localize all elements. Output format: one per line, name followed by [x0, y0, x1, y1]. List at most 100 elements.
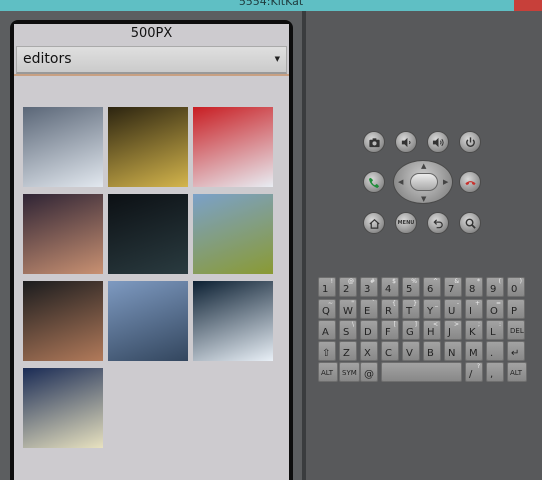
key-label: L: [490, 327, 496, 338]
power-icon[interactable]: [459, 131, 481, 153]
key-4-2[interactable]: @: [360, 362, 378, 382]
photo-tree-tunnel[interactable]: [108, 107, 188, 187]
key-3-7[interactable]: M: [465, 341, 483, 361]
key-0-6[interactable]: 7 &: [444, 277, 462, 297]
menu-button[interactable]: MENU: [395, 212, 417, 234]
app-title: 500PX: [130, 26, 173, 41]
key-1-8[interactable]: O =: [486, 299, 504, 319]
window-title: 5554:KitKat: [238, 0, 304, 8]
home-icon[interactable]: [363, 212, 385, 234]
photo-symmetry-art[interactable]: [23, 368, 103, 448]
key-label: B: [427, 348, 434, 359]
key-label: 7: [448, 284, 455, 295]
search-icon[interactable]: [459, 212, 481, 234]
dpad[interactable]: ▲ ▼ ◀ ▶: [393, 160, 453, 204]
key-4-3[interactable]: [381, 362, 462, 382]
key-4-6[interactable]: ALT: [507, 362, 527, 382]
key-alt-label: ): [519, 278, 522, 285]
key-label: 2: [343, 284, 350, 295]
call-icon[interactable]: [363, 171, 385, 193]
key-label: .: [490, 348, 494, 359]
photo-snowy-forest[interactable]: [23, 107, 103, 187]
volume-up-icon[interactable]: [427, 131, 449, 153]
photo-lake-island[interactable]: [108, 281, 188, 361]
key-label: ,: [490, 369, 494, 380]
key-3-9[interactable]: ↵: [507, 341, 525, 361]
photo-blurred-dusk[interactable]: [23, 194, 103, 274]
dpad-left-icon[interactable]: ◀: [398, 179, 403, 186]
key-2-6[interactable]: J >: [444, 320, 462, 340]
key-3-2[interactable]: X: [360, 341, 378, 361]
key-3-1[interactable]: Z: [339, 341, 357, 361]
key-4-0[interactable]: ALT: [318, 362, 338, 382]
key-label: 9: [490, 284, 497, 295]
key-2-4[interactable]: G]: [402, 320, 420, 340]
key-3-6[interactable]: N: [444, 341, 462, 361]
window-close-button[interactable]: [514, 0, 542, 11]
key-alt-label: @: [348, 278, 354, 285]
key-1-3[interactable]: R{: [381, 299, 399, 319]
key-2-7[interactable]: K;: [465, 320, 483, 340]
dpad-right-icon[interactable]: ▶: [443, 179, 448, 186]
key-label: N: [448, 348, 456, 359]
photo-skier[interactable]: [193, 281, 273, 361]
key-0-1[interactable]: 2 @: [339, 277, 357, 297]
feature-spinner[interactable]: editors ▼: [16, 46, 287, 74]
key-label: /: [469, 369, 473, 380]
key-0-0[interactable]: 1!: [318, 277, 336, 297]
key-1-2[interactable]: E `: [360, 299, 378, 319]
photo-lion-field[interactable]: [193, 194, 273, 274]
key-1-6[interactable]: U-: [444, 299, 462, 319]
key-3-0[interactable]: ⇧: [318, 341, 336, 361]
key-4-5[interactable]: ,: [486, 362, 504, 382]
key-2-1[interactable]: S \: [339, 320, 357, 340]
key-4-1[interactable]: SYM: [339, 362, 360, 382]
key-label: DEL: [510, 327, 524, 335]
photo-dark-figure[interactable]: [108, 194, 188, 274]
key-2-3[interactable]: F[: [381, 320, 399, 340]
volume-down-icon[interactable]: [395, 131, 417, 153]
dpad-down-icon[interactable]: ▼: [421, 196, 426, 203]
key-alt-label: =: [495, 300, 501, 307]
key-0-3[interactable]: 4 $: [381, 277, 399, 297]
key-4-4[interactable]: /?: [465, 362, 483, 382]
key-alt-label: >: [453, 321, 459, 328]
key-3-4[interactable]: V: [402, 341, 420, 361]
key-label: A: [322, 327, 329, 338]
key-alt-label: ?: [476, 363, 480, 370]
key-1-0[interactable]: Q ~: [318, 299, 336, 319]
key-0-9[interactable]: 0): [507, 277, 525, 297]
key-1-4[interactable]: T}: [402, 299, 420, 319]
key-0-5[interactable]: 6 ^: [423, 277, 441, 297]
photo-flag-on-ice[interactable]: [193, 107, 273, 187]
key-0-4[interactable]: 5%: [402, 277, 420, 297]
key-label: R: [385, 306, 392, 317]
dpad-up-icon[interactable]: ▲: [421, 163, 426, 170]
end-call-icon[interactable]: [459, 171, 481, 193]
key-alt-label: &: [454, 278, 459, 285]
key-0-7[interactable]: 8 *: [465, 277, 483, 297]
key-2-9[interactable]: DEL: [507, 320, 525, 340]
dpad-center-button[interactable]: [410, 173, 438, 191]
key-label: 3: [364, 284, 371, 295]
key-alt-label: #: [369, 278, 375, 285]
key-1-1[interactable]: W ": [339, 299, 357, 319]
key-1-7[interactable]: I +: [465, 299, 483, 319]
key-0-8[interactable]: 9(: [486, 277, 504, 297]
key-2-8[interactable]: L:: [486, 320, 504, 340]
key-2-2[interactable]: D: [360, 320, 378, 340]
key-3-5[interactable]: B: [423, 341, 441, 361]
key-1-9[interactable]: P: [507, 299, 525, 319]
photo-miner-portrait[interactable]: [23, 281, 103, 361]
back-icon[interactable]: [427, 212, 449, 234]
key-3-3[interactable]: C: [381, 341, 399, 361]
key-2-5[interactable]: H <: [423, 320, 441, 340]
key-label: ALT: [510, 369, 523, 377]
key-label: W: [343, 306, 353, 317]
key-3-8[interactable]: .: [486, 341, 504, 361]
key-0-2[interactable]: 3 #: [360, 277, 378, 297]
camera-icon[interactable]: [363, 131, 385, 153]
key-label: V: [406, 348, 413, 359]
key-2-0[interactable]: A: [318, 320, 336, 340]
key-1-5[interactable]: Y _: [423, 299, 441, 319]
